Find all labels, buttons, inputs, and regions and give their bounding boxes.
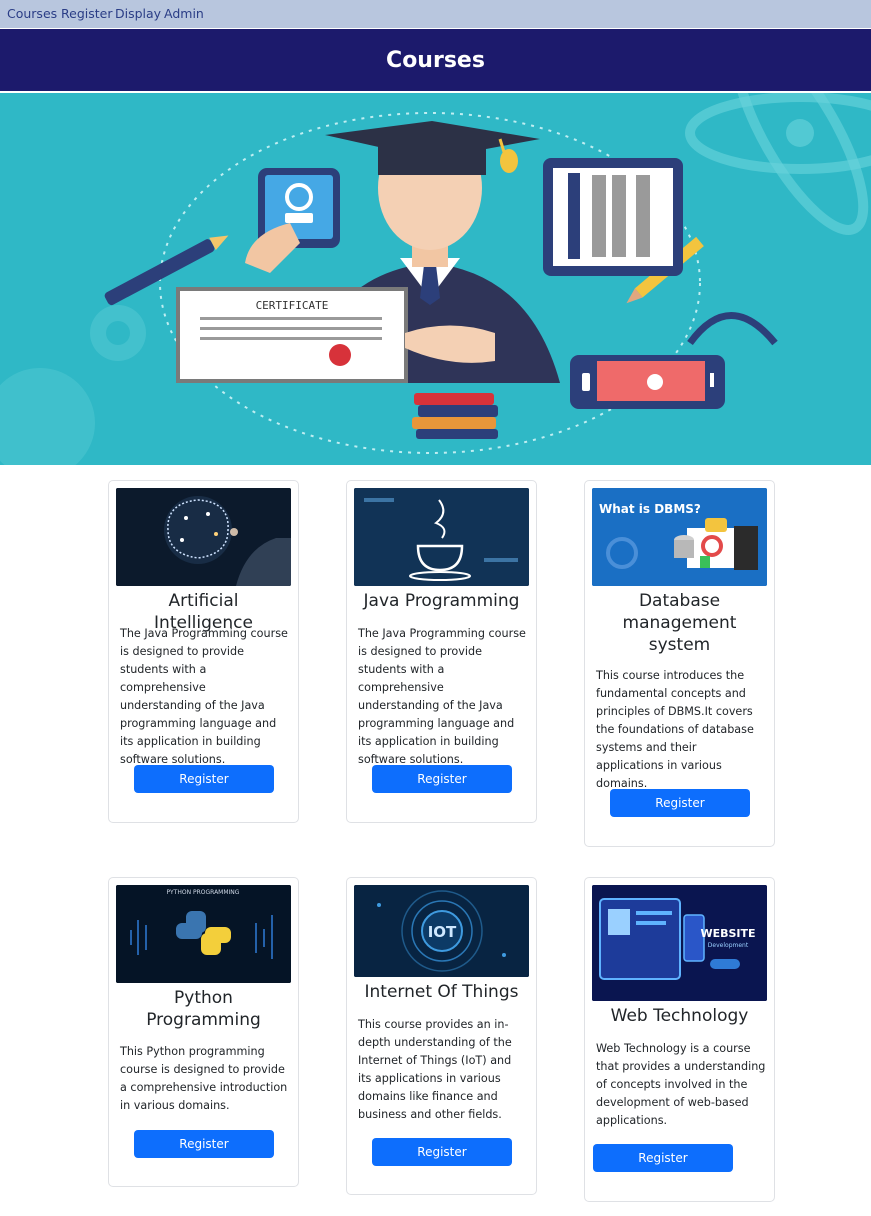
register-button[interactable]: Register <box>372 765 512 793</box>
java-logo-image <box>354 488 529 586</box>
top-nav: Courses Register Display Admin <box>0 0 871 28</box>
nav-link-admin[interactable]: Admin <box>164 6 204 21</box>
course-description: Web Technology is a course that provides… <box>596 1042 766 1127</box>
iot-image: IOT <box>354 885 529 977</box>
course-title: Database management system <box>622 591 737 655</box>
web-development-image: WEBSITE Development <box>592 885 767 1001</box>
course-title: Internet Of Things <box>364 982 519 1002</box>
course-title: Java Programming <box>363 591 520 611</box>
iot-image-text: IOT <box>428 923 457 941</box>
web-image-text: WEBSITE <box>700 927 755 940</box>
course-description: This Python programming course is design… <box>120 1045 288 1112</box>
course-card: IOT Internet Of Things This course provi… <box>346 877 537 1195</box>
hero-banner: CERTIFICATE <box>0 93 871 465</box>
python-image-text: PYTHON PROGRAMMING <box>167 889 240 896</box>
course-title: Python Programming <box>146 988 261 1030</box>
register-button[interactable]: Register <box>134 765 274 793</box>
books-icon <box>412 393 498 439</box>
course-description: This course provides an in-depth underst… <box>358 1018 512 1121</box>
register-button[interactable]: Register <box>372 1138 512 1166</box>
page-header: Courses <box>0 29 871 91</box>
course-description: The Java Programming course is designed … <box>120 627 288 766</box>
course-description: The Java Programming course is designed … <box>358 627 526 766</box>
certificate-icon: CERTIFICATE <box>176 287 408 383</box>
course-description: This course introduces the fundamental c… <box>596 669 754 790</box>
nav-link-display[interactable]: Display <box>115 6 161 21</box>
page-title: Courses <box>386 47 485 73</box>
video-phone-icon <box>570 355 725 409</box>
graduate-illustration: CERTIFICATE <box>0 93 871 465</box>
python-logo-image: PYTHON PROGRAMMING <box>116 885 291 983</box>
gear-icon <box>90 305 146 361</box>
course-card: Java Programming The Java Programming co… <box>346 480 537 823</box>
dbms-image: What is DBMS? <box>592 488 767 586</box>
nav-link-courses[interactable]: Courses <box>7 6 57 21</box>
register-button[interactable]: Register <box>593 1144 733 1172</box>
course-card: PYTHON PROGRAMMING Python Programming Th… <box>108 877 299 1187</box>
web-image-subtext: Development <box>708 942 749 949</box>
course-card: Artificial Intelligence The Java Program… <box>108 480 299 823</box>
course-title: Web Technology <box>610 1006 749 1026</box>
course-card: What is DBMS? Database management system… <box>584 480 775 847</box>
ai-brain-image <box>116 488 291 586</box>
register-button[interactable]: Register <box>134 1130 274 1158</box>
dbms-image-text: What is DBMS? <box>599 502 701 516</box>
certificate-text: CERTIFICATE <box>256 299 329 312</box>
tablet-icon <box>543 158 683 276</box>
course-card: WEBSITE Development Web Technology Web T… <box>584 877 775 1202</box>
register-button[interactable]: Register <box>610 789 750 817</box>
nav-link-register[interactable]: Register <box>61 6 112 21</box>
